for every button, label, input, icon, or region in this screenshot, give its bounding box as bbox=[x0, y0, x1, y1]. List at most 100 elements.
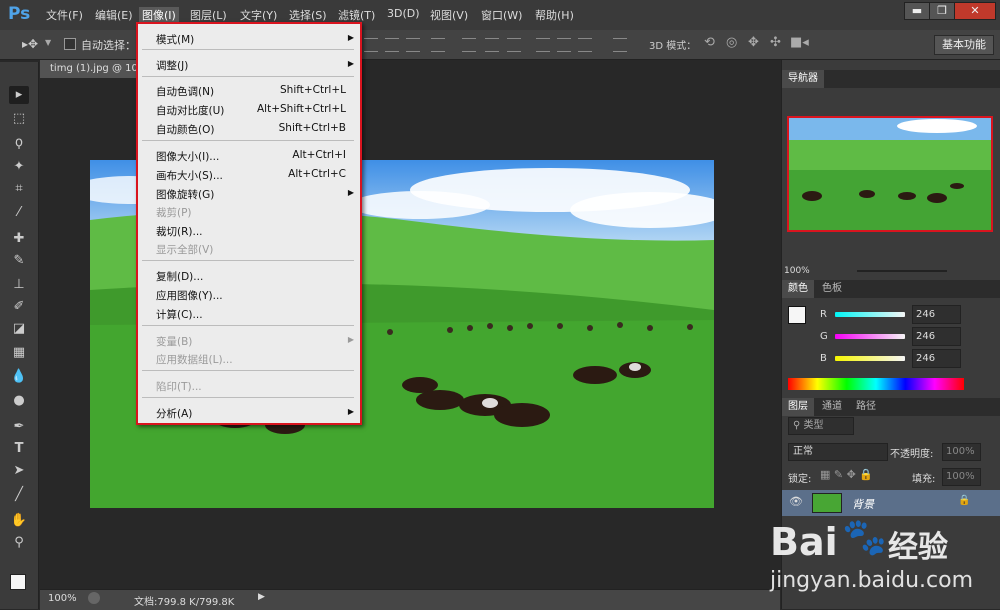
brush-tool-icon[interactable]: ✎ bbox=[9, 252, 29, 270]
menu-item-trap: 陷印(T)... bbox=[156, 381, 202, 393]
menu-layer[interactable]: 图层(L) bbox=[190, 7, 227, 23]
menu-file[interactable]: 文件(F) bbox=[46, 7, 83, 23]
tab-channels[interactable]: 通道 bbox=[816, 398, 848, 416]
menu-item-analysis[interactable]: 分析(A) bbox=[156, 406, 192, 421]
submenu-arrow-icon: ▶ bbox=[347, 335, 354, 344]
menu-item-apply-image[interactable]: 应用图像(Y)... bbox=[156, 288, 223, 303]
status-arrow-icon[interactable]: ▶ bbox=[258, 592, 265, 602]
healing-brush-icon[interactable]: ✚ bbox=[9, 230, 29, 248]
tab-color[interactable]: 颜色 bbox=[782, 280, 814, 298]
distribute-bottom-icon[interactable] bbox=[507, 38, 521, 52]
dodge-tool-icon[interactable]: ● bbox=[9, 392, 29, 410]
lasso-tool-icon[interactable]: ϙ bbox=[9, 134, 29, 152]
menu-item-calculations[interactable]: 计算(C)... bbox=[156, 307, 203, 322]
maximize-button[interactable]: ❐ bbox=[929, 2, 955, 20]
eyedropper-icon[interactable]: ⁄ bbox=[9, 204, 29, 222]
hand-tool-icon[interactable]: ✋ bbox=[9, 512, 29, 530]
zoom-level[interactable]: 100% bbox=[48, 593, 77, 604]
pen-tool-icon[interactable]: ✒ bbox=[9, 418, 29, 436]
menu-view[interactable]: 视图(V) bbox=[430, 7, 468, 23]
gradient-tool-icon[interactable]: ▦ bbox=[9, 344, 29, 362]
channel-b-value[interactable]: 246 bbox=[912, 349, 961, 368]
distribute-right-icon[interactable] bbox=[578, 38, 592, 52]
align-left-icon[interactable] bbox=[431, 38, 445, 52]
menu-edit[interactable]: 编辑(E) bbox=[95, 7, 133, 23]
marquee-tool-icon[interactable]: ⬚ bbox=[9, 110, 29, 128]
channel-b-label: B bbox=[820, 353, 827, 364]
close-button[interactable]: ✕ bbox=[954, 2, 996, 20]
menu-separator bbox=[142, 140, 354, 141]
menu-filter[interactable]: 滤镜(T) bbox=[338, 7, 375, 23]
stamp-tool-icon[interactable]: ⊥ bbox=[9, 276, 29, 294]
line-tool-icon[interactable]: ╱ bbox=[9, 486, 29, 504]
crop-tool-icon[interactable]: ⌗ bbox=[9, 180, 29, 198]
channel-r-label: R bbox=[820, 309, 827, 320]
menu-item-image-size[interactable]: 图像大小(I)... bbox=[156, 149, 219, 164]
color-spectrum[interactable] bbox=[788, 378, 964, 390]
menu-3d[interactable]: 3D(D) bbox=[387, 7, 420, 20]
menu-item-trim[interactable]: 裁切(R)... bbox=[156, 224, 203, 239]
path-select-icon[interactable]: ➤ bbox=[9, 462, 29, 480]
3d-camera-icon[interactable]: ■◂ bbox=[790, 35, 809, 50]
menu-item-auto-color[interactable]: 自动颜色(O) bbox=[156, 122, 214, 137]
navigator-thumbnail[interactable] bbox=[787, 116, 993, 232]
menu-image[interactable]: 图像(I) bbox=[139, 7, 179, 23]
magic-wand-icon[interactable]: ✦ bbox=[9, 158, 29, 176]
menu-item-mode[interactable]: 模式(M) bbox=[156, 32, 194, 47]
workspace-button[interactable]: 基本功能 bbox=[934, 35, 994, 55]
menu-item-auto-contrast[interactable]: 自动对比度(U) bbox=[156, 103, 224, 118]
history-brush-icon[interactable]: ✐ bbox=[9, 298, 29, 316]
auto-select-checkbox[interactable] bbox=[64, 38, 76, 50]
distribute-top-icon[interactable] bbox=[462, 38, 476, 52]
status-info-icon[interactable] bbox=[88, 592, 100, 604]
channel-r-slider[interactable] bbox=[835, 312, 905, 317]
align-vcenter-icon[interactable] bbox=[385, 38, 399, 52]
align-bottom-icon[interactable] bbox=[406, 38, 420, 52]
blend-mode-select[interactable]: 正常 bbox=[788, 443, 888, 461]
minimize-button[interactable]: ▬ bbox=[904, 2, 930, 20]
3d-rotate-icon[interactable]: ⟲ bbox=[704, 35, 715, 50]
menu-item-image-rotation[interactable]: 图像旋转(G) bbox=[156, 187, 214, 202]
layer-filter-select[interactable]: ⚲ 类型 bbox=[788, 417, 854, 435]
foreground-color-swatch[interactable] bbox=[10, 574, 26, 590]
auto-align-icon[interactable] bbox=[613, 38, 627, 52]
tab-paths[interactable]: 路径 bbox=[850, 398, 882, 416]
menu-help[interactable]: 帮助(H) bbox=[535, 7, 574, 23]
fill-input[interactable]: 100% bbox=[942, 468, 981, 486]
zoom-tool-icon[interactable]: ⚲ bbox=[9, 534, 29, 552]
blur-tool-icon[interactable]: 💧 bbox=[9, 368, 29, 386]
3d-slide-icon[interactable]: ✣ bbox=[770, 35, 781, 50]
menu-item-canvas-size[interactable]: 画布大小(S)... bbox=[156, 168, 223, 183]
align-top-icon[interactable] bbox=[364, 38, 378, 52]
type-tool-icon[interactable]: T bbox=[9, 440, 29, 458]
channel-b-slider[interactable] bbox=[835, 356, 905, 361]
move-tool-icon[interactable]: ▸ bbox=[9, 86, 29, 104]
menu-type[interactable]: 文字(Y) bbox=[240, 7, 277, 23]
color-foreground-swatch[interactable] bbox=[788, 306, 806, 324]
tab-layers[interactable]: 图层 bbox=[782, 398, 814, 416]
distribute-vcenter-icon[interactable] bbox=[485, 38, 499, 52]
tab-swatches[interactable]: 色板 bbox=[816, 280, 848, 298]
move-tool-icon[interactable]: ▸✥ bbox=[22, 37, 38, 51]
3d-roll-icon[interactable]: ◎ bbox=[726, 35, 737, 50]
shortcut-canvas-size: Alt+Ctrl+C bbox=[288, 168, 346, 180]
fill-label: 填充: bbox=[912, 474, 936, 485]
lock-pixels-icon[interactable]: ▦ ✎ ✥ 🔒 bbox=[820, 468, 873, 481]
menu-select[interactable]: 选择(S) bbox=[289, 7, 327, 23]
menu-item-adjustments[interactable]: 调整(J) bbox=[156, 58, 188, 73]
tab-navigator[interactable]: 导航器 bbox=[782, 70, 824, 88]
distribute-left-icon[interactable] bbox=[536, 38, 550, 52]
channel-r-value[interactable]: 246 bbox=[912, 305, 961, 324]
eraser-tool-icon[interactable]: ◪ bbox=[9, 320, 29, 338]
channel-g-slider[interactable] bbox=[835, 334, 905, 339]
navigator-zoom-slider[interactable] bbox=[857, 270, 947, 272]
channel-g-value[interactable]: 246 bbox=[912, 327, 961, 346]
menu-window[interactable]: 窗口(W) bbox=[481, 7, 522, 23]
menu-item-duplicate[interactable]: 复制(D)... bbox=[156, 269, 203, 284]
distribute-hcenter-icon[interactable] bbox=[557, 38, 571, 52]
menu-item-auto-tone[interactable]: 自动色调(N) bbox=[156, 84, 214, 99]
opacity-input[interactable]: 100% bbox=[942, 443, 981, 461]
submenu-arrow-icon: ▶ bbox=[347, 188, 354, 197]
chevron-down-icon[interactable]: ▼ bbox=[45, 38, 51, 47]
3d-pan-icon[interactable]: ✥ bbox=[748, 35, 759, 50]
